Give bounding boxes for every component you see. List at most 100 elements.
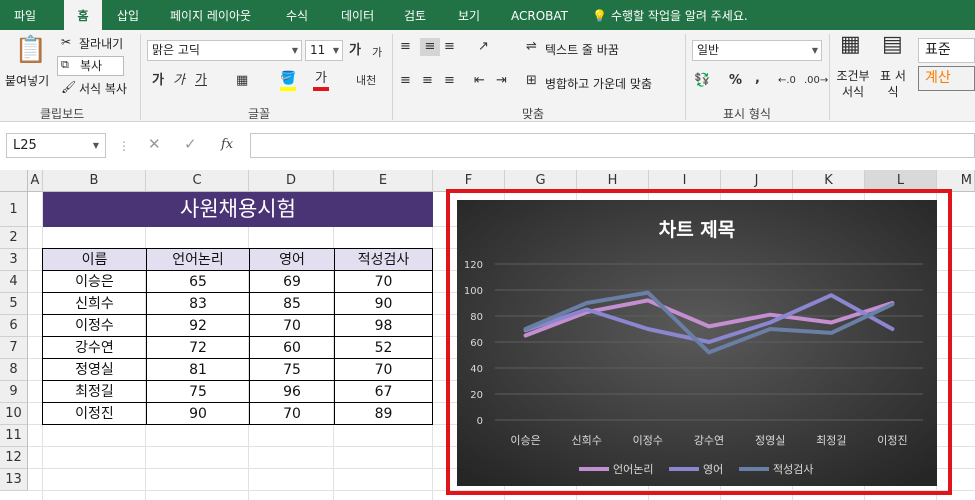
table-cell[interactable]: 70 (335, 359, 433, 381)
sheet-title[interactable]: 사원채용시험 (43, 192, 433, 227)
row-header[interactable]: 4 (0, 271, 28, 293)
select-all-corner[interactable] (0, 170, 28, 192)
percent-button[interactable]: % (729, 72, 742, 90)
row-header[interactable]: 9 (0, 381, 28, 403)
conditional-format-icon[interactable]: ▦ (840, 34, 861, 56)
row-header[interactable]: 3 (0, 249, 28, 271)
header-cell[interactable]: 적성검사 (335, 249, 433, 271)
cancel-icon[interactable]: ✕ (148, 135, 161, 153)
insert-function-button[interactable]: fx (221, 137, 233, 152)
bold-button[interactable]: 가 (152, 72, 164, 90)
tab-home[interactable]: 홈 (64, 0, 102, 30)
row-header[interactable]: 5 (0, 293, 28, 315)
column-header[interactable]: A (28, 170, 43, 192)
table-cell[interactable]: 이승은 (43, 271, 147, 293)
table-cell[interactable]: 90 (147, 403, 250, 425)
row-header[interactable]: 11 (0, 425, 28, 447)
currency-icon[interactable]: 💱 (694, 72, 710, 90)
table-cell[interactable]: 92 (147, 315, 250, 337)
row-header[interactable]: 7 (0, 337, 28, 359)
increase-indent-icon[interactable]: ⇥ (496, 72, 507, 90)
table-cell[interactable]: 83 (147, 293, 250, 315)
header-cell[interactable]: 언어논리 (147, 249, 250, 271)
table-cell[interactable]: 72 (147, 337, 250, 359)
tab-insert[interactable]: 삽입 (117, 0, 139, 30)
row-header[interactable]: 6 (0, 315, 28, 337)
table-cell[interactable]: 75 (147, 381, 250, 403)
column-header[interactable]: B (43, 170, 146, 192)
table-cell[interactable]: 81 (147, 359, 250, 381)
table-cell[interactable]: 최정길 (43, 381, 147, 403)
table-cell[interactable]: 70 (335, 271, 433, 293)
wrap-text-icon[interactable]: ⇌ (526, 38, 537, 56)
underline-button[interactable]: 가 (195, 72, 207, 90)
table-cell[interactable]: 70 (250, 403, 335, 425)
table-cell[interactable]: 69 (250, 271, 335, 293)
table-cell[interactable]: 이정진 (43, 403, 147, 425)
enter-icon[interactable]: ✓ (184, 135, 197, 153)
table-cell[interactable]: 정영실 (43, 359, 147, 381)
tab-data[interactable]: 데이터 (341, 0, 374, 30)
name-box[interactable]: L25 ▼ (6, 133, 106, 158)
paste-icon[interactable]: 📋 (14, 36, 48, 66)
column-header[interactable]: E (334, 170, 433, 192)
table-cell[interactable]: 강수연 (43, 337, 147, 359)
header-cell[interactable]: 영어 (250, 249, 335, 271)
paste-button[interactable]: 붙여넣기 (5, 72, 49, 89)
wrap-text-button[interactable]: 텍스트 줄 바꿈 (545, 41, 619, 58)
tab-file[interactable]: 파일 (14, 0, 36, 30)
table-cell[interactable]: 85 (250, 293, 335, 315)
legend-label[interactable]: 언어논리 (613, 463, 653, 476)
align-center-icon[interactable]: ≡ (422, 72, 433, 90)
merge-center-button[interactable]: 병합하고 가운데 맞춤 (545, 75, 652, 92)
table-cell[interactable]: 신희수 (43, 293, 147, 315)
align-top-icon[interactable]: ≡ (400, 38, 411, 56)
italic-button[interactable]: 가 (173, 72, 185, 90)
tab-acrobat[interactable]: ACROBAT (511, 0, 568, 30)
tab-review[interactable]: 검토 (404, 0, 426, 30)
font-size-select[interactable]: 11 ▼ (305, 40, 343, 61)
shrink-font-button[interactable]: 가 (372, 44, 382, 62)
merge-icon[interactable]: ⊞ (526, 72, 537, 90)
row-header[interactable]: 1 (0, 192, 28, 227)
table-format-icon[interactable]: ▤ (882, 34, 903, 56)
row-header[interactable]: 8 (0, 359, 28, 381)
table-cell[interactable]: 60 (250, 337, 335, 359)
orientation-icon[interactable]: ↗ (478, 38, 489, 56)
table-cell[interactable]: 52 (335, 337, 433, 359)
tab-page-layout[interactable]: 페이지 레이아웃 (170, 0, 251, 30)
align-middle-icon[interactable]: ≡ (420, 38, 440, 56)
row-header[interactable]: 12 (0, 447, 28, 469)
tell-me-box[interactable]: 수행할 작업을 알려 주세요. (611, 0, 748, 30)
font-color-button[interactable]: 가 (315, 70, 327, 88)
column-header[interactable]: C (146, 170, 249, 192)
table-cell[interactable]: 96 (250, 381, 335, 403)
formula-input[interactable] (250, 133, 975, 158)
header-cell[interactable]: 이름 (43, 249, 147, 271)
table-cell[interactable]: 65 (147, 271, 250, 293)
row-header[interactable]: 13 (0, 469, 28, 491)
chart-title[interactable]: 차트 제목 (659, 219, 736, 241)
row-header[interactable]: 2 (0, 227, 28, 249)
table-cell[interactable]: 90 (335, 293, 433, 315)
tab-formulas[interactable]: 수식 (286, 0, 308, 30)
decrease-indent-icon[interactable]: ⇤ (474, 72, 485, 90)
style-calculation[interactable]: 계산 (918, 66, 975, 91)
table-cell[interactable]: 89 (335, 403, 433, 425)
style-normal[interactable]: 표준 (918, 38, 975, 63)
conditional-format-button[interactable]: 조건부 서식 (835, 68, 871, 100)
border-icon[interactable]: ▦ (236, 72, 248, 90)
format-as-table-button[interactable]: 표 서식 (876, 68, 910, 100)
format-painter-icon[interactable]: 🖌 (61, 80, 76, 94)
grow-font-button[interactable]: 가 (349, 42, 361, 60)
cut-icon[interactable]: ✂ (61, 35, 71, 49)
legend-label[interactable]: 적성검사 (773, 463, 813, 476)
column-header[interactable]: D (249, 170, 334, 192)
cut-button[interactable]: 잘라내기 (79, 35, 123, 52)
table-cell[interactable]: 75 (250, 359, 335, 381)
align-bottom-icon[interactable]: ≡ (444, 38, 455, 56)
tab-view[interactable]: 보기 (458, 0, 480, 30)
line-chart[interactable]: 차트 제목 0 20 40 60 80 100 120 이승은 신희수 이정수 강수연 정영실 최정길… (457, 200, 937, 486)
align-left-icon[interactable]: ≡ (400, 72, 411, 90)
decrease-decimal-icon[interactable]: .00→ (804, 72, 828, 90)
